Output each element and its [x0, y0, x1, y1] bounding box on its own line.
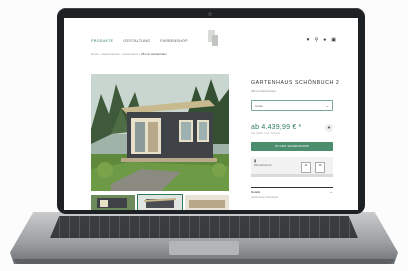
- thumbnail-strip: [91, 194, 229, 210]
- breadcrumb-current: 28 mm Gartenhaus: [141, 52, 167, 56]
- delivery-date-from[interactable]: 11: [301, 162, 311, 173]
- laptop-trackpad: [169, 241, 239, 255]
- details-heading: Details: [251, 190, 261, 194]
- details-subtext: Gartenhaus Schönbuch: [251, 196, 279, 199]
- laptop-keyboard: [50, 216, 358, 238]
- variant-select[interactable]: Größe ⌄: [251, 100, 333, 111]
- breadcrumb-path[interactable]: Home › Gartenhäuser › Gartenhaus ›: [91, 52, 140, 56]
- heart-icon: ♥: [327, 125, 331, 130]
- price-note: inkl. MwSt. zzgl. Versand: [251, 132, 280, 135]
- product-price: ab 4.439,99 € *: [251, 124, 302, 131]
- variant-select-value: Größe: [255, 104, 263, 108]
- webcam-icon: [208, 12, 212, 16]
- thumbnail-1[interactable]: [91, 195, 135, 210]
- user-icon[interactable]: ●: [323, 38, 326, 43]
- delivery-label: Wunschtermin: [254, 163, 272, 167]
- laptop-screen: PRODUKTE GESTALTUNG FARBENSHOP ♥ ⚲ ● ▣ H…: [64, 18, 358, 210]
- thumbnail-2[interactable]: [137, 194, 183, 210]
- thumbnail-3[interactable]: [185, 195, 229, 210]
- delivery-date-picker[interactable]: ▮ Wunschtermin 11 16: [251, 157, 333, 177]
- add-to-cart-button[interactable]: IN DEN WARENKORB: [251, 142, 333, 151]
- laptop-mockup-scene: PRODUKTE GESTALTUNG FARBENSHOP ♥ ⚲ ● ▣ H…: [0, 0, 408, 271]
- header-icons: ♥ ⚲ ● ▣: [307, 38, 336, 43]
- nav-item-gestaltung[interactable]: GESTALTUNG: [123, 39, 150, 43]
- garden-house-photo: [91, 74, 229, 191]
- laptop-lid: PRODUKTE GESTALTUNG FARBENSHOP ♥ ⚲ ● ▣ H…: [57, 8, 365, 214]
- product-subtitle: 28mm Gartenhaus: [251, 89, 276, 93]
- breadcrumb: Home › Gartenhäuser › Gartenhaus › 28 mm…: [91, 52, 167, 56]
- site-header: PRODUKTE GESTALTUNG FARBENSHOP ♥ ⚲ ● ▣: [64, 18, 358, 48]
- product-info-panel: GARTENHAUS SCHÖNBUCH 2 28mm Gartenhaus G…: [251, 80, 340, 199]
- chevron-down-icon: ⌄: [325, 103, 329, 108]
- heart-icon[interactable]: ♥: [307, 38, 310, 43]
- cart-icon[interactable]: ▣: [331, 38, 336, 43]
- product-main-image[interactable]: [91, 74, 229, 191]
- nav-item-farbenshop[interactable]: FARBENSHOP: [160, 39, 188, 43]
- nav-item-produkte[interactable]: PRODUKTE: [91, 39, 113, 43]
- chevron-down-icon: ⌄: [329, 189, 333, 194]
- delivery-date-to[interactable]: 16: [315, 162, 325, 173]
- delivery-bar: [251, 174, 333, 177]
- wishlist-button[interactable]: ♥: [325, 124, 333, 132]
- details-accordion[interactable]: Details Gartenhaus Schönbuch ⌄: [251, 187, 333, 199]
- price-row: ab 4.439,99 € * inkl. MwSt. zzgl. Versan…: [251, 124, 333, 135]
- product-title: GARTENHAUS SCHÖNBUCH 2: [251, 80, 340, 86]
- main-navigation: PRODUKTE GESTALTUNG FARBENSHOP: [91, 39, 188, 43]
- laptop-base-edge: [14, 259, 394, 264]
- search-icon[interactable]: ⚲: [315, 38, 319, 43]
- site-logo[interactable]: [208, 30, 218, 46]
